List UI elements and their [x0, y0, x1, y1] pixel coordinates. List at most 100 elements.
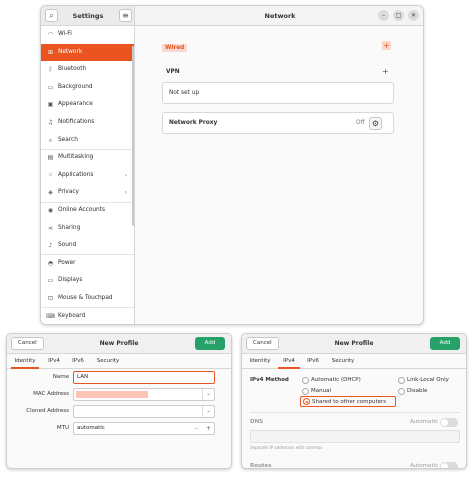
- maximize-button[interactable]: □: [393, 10, 404, 21]
- divider: [250, 412, 460, 413]
- sidebar-item-multitasking[interactable]: ▤ Multitasking: [41, 149, 134, 166]
- close-button[interactable]: ✕: [408, 10, 419, 21]
- mac-address-value-highlight: [76, 391, 148, 398]
- sidebar-item-privacy[interactable]: ◈ Privacy ›: [41, 184, 134, 201]
- bluetooth-icon: ᛒ: [48, 66, 53, 74]
- sidebar-item-label: Wi-Fi: [58, 31, 72, 37]
- chevron-down-icon: ⌄: [202, 389, 214, 400]
- sidebar-item-background[interactable]: ▭ Background: [41, 79, 134, 96]
- sidebar-item-sound[interactable]: ♪ Sound: [41, 237, 134, 254]
- add-vpn-button[interactable]: +: [382, 67, 389, 76]
- sidebar-item-label: Applications: [58, 171, 94, 178]
- gear-icon[interactable]: ⚙: [369, 117, 382, 130]
- sidebar-item-sharing[interactable]: ⋖ Sharing: [41, 220, 134, 237]
- sidebar-item-label: Search: [58, 136, 78, 143]
- method-shared-radio[interactable]: Shared to other computers: [300, 396, 396, 407]
- minimize-button[interactable]: –: [378, 10, 389, 21]
- cloned-address-select[interactable]: ⌄: [73, 405, 215, 418]
- mtu-stepper[interactable]: automatic − +: [73, 422, 215, 435]
- sharing-icon: ⋖: [47, 224, 54, 232]
- sidebar-item-label: Sharing: [58, 224, 81, 231]
- search-icon: ⌕: [48, 136, 53, 144]
- method-shared-label: Shared to other computers: [312, 399, 387, 405]
- sidebar-header: ⌕ Settings ≡: [41, 6, 135, 26]
- sidebar-item-label: Privacy: [58, 189, 79, 196]
- name-input[interactable]: LAN: [73, 371, 215, 384]
- chevron-right-icon: ›: [124, 189, 127, 197]
- sidebar-item-network[interactable]: ⊞ Network: [41, 43, 134, 61]
- method-link-local-radio[interactable]: Link-Local Only: [398, 376, 449, 385]
- dns-hint: Separate IP addresses with commas: [250, 445, 323, 450]
- sidebar-item-notifications[interactable]: ♫ Notifications: [41, 114, 134, 131]
- network-panel: Wired + VPN + Not set up Network Proxy O…: [136, 26, 423, 324]
- dialog-header: New Profile Cancel Add: [242, 334, 466, 354]
- tab-ipv6[interactable]: IPv6: [302, 354, 324, 369]
- cancel-button[interactable]: Cancel: [246, 337, 279, 350]
- sidebar-item-bluetooth[interactable]: ᛒ Bluetooth: [41, 61, 134, 78]
- routes-automatic-label: Automatic: [410, 463, 439, 469]
- mac-address-select[interactable]: ⌄: [73, 388, 215, 401]
- method-disable-label: Disable: [407, 388, 428, 394]
- tab-security[interactable]: Security: [328, 354, 358, 369]
- tab-ipv4[interactable]: IPv4: [43, 354, 65, 369]
- vpn-status: Not set up: [169, 90, 200, 96]
- method-automatic-dhcp-label: Automatic (DHCP): [311, 377, 361, 383]
- sidebar-item-label: Background: [58, 83, 93, 90]
- method-link-local-label: Link-Local Only: [407, 377, 449, 383]
- bell-icon: ♫: [47, 119, 54, 126]
- sidebar-item-label: Online Accounts: [58, 207, 105, 213]
- dialog-header: New Profile Cancel Add: [7, 334, 231, 354]
- tab-identity[interactable]: Identity: [11, 354, 39, 369]
- add-button[interactable]: Add: [195, 337, 225, 350]
- add-wired-button[interactable]: +: [382, 41, 391, 50]
- tab-ipv4[interactable]: IPv4: [278, 354, 300, 369]
- sidebar-scrollbar[interactable]: [132, 46, 134, 226]
- keyboard-icon: ⌨: [46, 312, 55, 320]
- network-proxy-row[interactable]: Network Proxy Off ⚙: [162, 112, 394, 134]
- method-disable-radio[interactable]: Disable: [398, 387, 427, 396]
- mouse-icon: ⊡: [47, 295, 54, 302]
- radio-dot: [302, 377, 309, 384]
- music-note-icon: ♪: [48, 242, 53, 250]
- tab-security[interactable]: Security: [93, 354, 123, 369]
- sidebar-item-label: Mouse & Touchpad: [58, 295, 113, 301]
- sidebar-item-wi-fi[interactable]: ◠ Wi-Fi: [41, 26, 134, 43]
- dns-input[interactable]: [250, 430, 460, 443]
- tab-ipv6[interactable]: IPv6: [67, 354, 89, 369]
- mac-address-label: MAC Address: [33, 391, 69, 397]
- mtu-increment-button[interactable]: +: [206, 423, 211, 434]
- name-label: Name: [52, 374, 69, 380]
- routes-automatic-toggle[interactable]: [440, 462, 458, 468]
- wired-section-label: Wired: [162, 44, 188, 52]
- sidebar-title: Settings: [72, 12, 104, 20]
- sidebar-item-search[interactable]: ⌕ Search: [41, 132, 134, 149]
- sidebar: ◠ Wi-Fi ⊞ Network ᛒ Bluetooth ▭ Background ▣ Appe…: [41, 26, 135, 324]
- sidebar-item-power[interactable]: ◓ Power: [41, 255, 134, 272]
- add-button[interactable]: Add: [430, 337, 460, 350]
- sidebar-item-applications[interactable]: ⁙ Applications ›: [41, 167, 134, 184]
- search-icon[interactable]: ⌕: [45, 9, 58, 22]
- hamburger-menu-icon[interactable]: ≡: [119, 9, 132, 22]
- method-manual-radio[interactable]: Manual: [302, 387, 331, 396]
- method-automatic-dhcp-radio[interactable]: Automatic (DHCP): [302, 376, 361, 385]
- tab-identity[interactable]: Identity: [246, 354, 274, 369]
- sidebar-item-label: Bluetooth: [58, 66, 87, 73]
- appearance-icon: ▣: [47, 101, 54, 109]
- radio-dot: [398, 388, 405, 395]
- sidebar-item-online-accounts[interactable]: ◉ Online Accounts: [41, 202, 134, 219]
- sidebar-item-label: Keyboard: [58, 312, 86, 319]
- mtu-label: MTU: [56, 425, 69, 431]
- dns-automatic-toggle[interactable]: [440, 418, 458, 427]
- online-accounts-icon: ◉: [47, 207, 54, 214]
- radio-dot: [303, 398, 310, 405]
- dns-automatic-label: Automatic: [410, 419, 439, 425]
- sidebar-item-mouse-touchpad[interactable]: ⊡ Mouse & Touchpad: [41, 290, 134, 307]
- applications-icon: ⁙: [47, 171, 54, 179]
- sidebar-item-label: Network: [58, 48, 83, 55]
- sidebar-item-keyboard[interactable]: ⌨ Keyboard: [41, 308, 134, 324]
- sidebar-item-appearance[interactable]: ▣ Appearance: [41, 96, 134, 113]
- cancel-button[interactable]: Cancel: [11, 337, 44, 350]
- sidebar-item-displays[interactable]: ▭ Displays: [41, 272, 134, 289]
- network-icon: ⊞: [47, 48, 54, 56]
- mtu-decrement-button[interactable]: −: [194, 423, 199, 434]
